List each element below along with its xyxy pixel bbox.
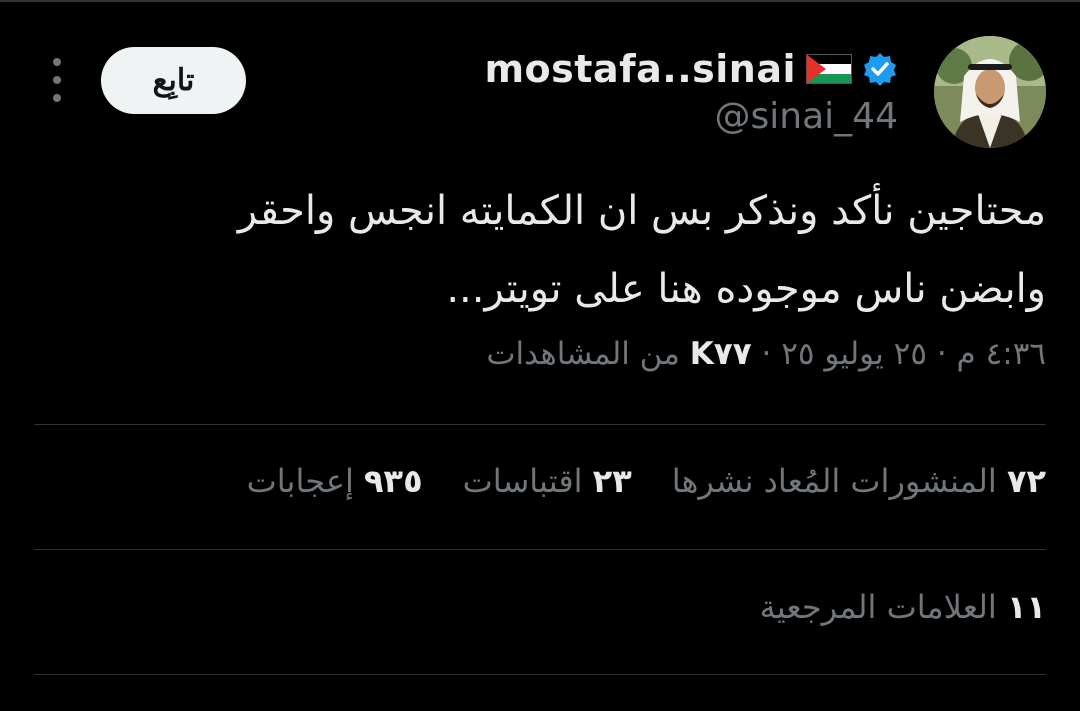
views-count: K٧٧ — [689, 336, 752, 372]
follow-button[interactable]: تابِع — [101, 47, 246, 114]
reposts-label: المنشورات المُعاد نشرها — [671, 462, 997, 500]
meta-separator: · — [751, 336, 782, 372]
bookmarks-count: ١١ — [1006, 588, 1046, 626]
dot — [53, 94, 61, 102]
divider — [34, 674, 1046, 675]
tweet-text: محتاجين نأكد ونذكر بس ان الكمايته انجس و… — [126, 172, 1046, 328]
avatar[interactable] — [934, 36, 1046, 148]
tweet-text-line: محتاجين نأكد ونذكر بس ان الكمايته انجس و… — [237, 188, 1046, 234]
verified-badge-icon — [862, 51, 898, 87]
more-options-icon[interactable] — [44, 58, 70, 102]
tweet-timestamp[interactable]: ٤:٣٦ م · ٢٥ يوليو ٢٥ — [781, 336, 1046, 372]
author-display-name[interactable]: mostafa..sinai — [484, 47, 796, 91]
bookmarks-label: العلامات المرجعية — [759, 588, 997, 626]
tweet-meta: ٤:٣٦ م · ٢٥ يوليو ٢٥ · K٧٧ من المشاهدات — [486, 336, 1046, 372]
likes-label: إعجابات — [246, 462, 354, 500]
dot — [53, 58, 61, 66]
views-label: من المشاهدات — [486, 336, 680, 372]
quotes-count: ٢٣ — [592, 462, 632, 500]
author-name-row[interactable]: mostafa..sinai — [484, 44, 898, 94]
top-border — [0, 0, 1080, 2]
quotes-label: اقتباسات — [462, 462, 583, 500]
reposts-stat[interactable]: ٧٢ المنشورات المُعاد نشرها — [672, 462, 1046, 500]
divider — [34, 549, 1046, 550]
likes-count: ٩٣٥ — [364, 462, 423, 500]
likes-stat[interactable]: ٩٣٥ إعجابات — [247, 462, 423, 500]
bookmarks-stat[interactable]: ١١ العلامات المرجعية — [760, 588, 1046, 626]
avatar-image — [934, 36, 1046, 148]
engagement-stats: ٧٢ المنشورات المُعاد نشرها ٢٣ اقتباسات ٩… — [247, 462, 1046, 500]
quotes-stat[interactable]: ٢٣ اقتباسات — [463, 462, 632, 500]
palestine-flag-icon — [806, 54, 852, 84]
divider — [34, 424, 1046, 425]
tweet-text-line: وابضن ناس موجوده هنا على تويتر... — [446, 266, 1046, 312]
author-handle[interactable]: @sinai_44 — [715, 96, 898, 137]
reposts-count: ٧٢ — [1006, 462, 1046, 500]
dot — [53, 76, 61, 84]
